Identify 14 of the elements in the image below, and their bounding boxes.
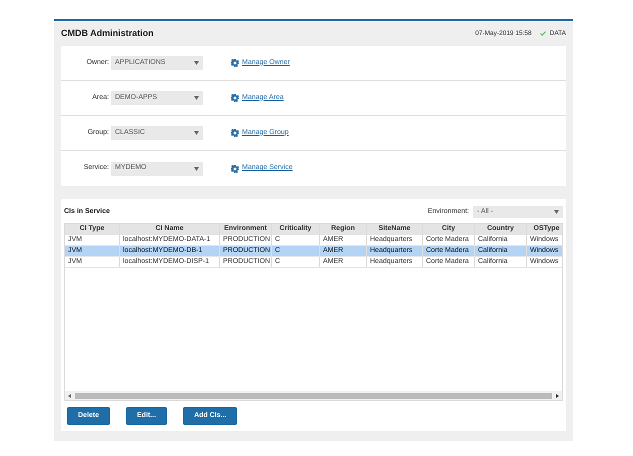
- caret-icon: [194, 96, 199, 100]
- caret-icon: [194, 131, 199, 135]
- gear-icon: [231, 59, 239, 67]
- horizontal-scrollbar[interactable]: [65, 391, 562, 400]
- scroll-right-icon[interactable]: [556, 394, 559, 398]
- page-title: CMDB Administration: [61, 26, 154, 40]
- caret-icon: [554, 210, 559, 214]
- gear-icon: [231, 94, 239, 102]
- scroll-left-icon[interactable]: [68, 394, 71, 398]
- check-icon: [540, 31, 546, 36]
- caret-icon: [194, 166, 199, 170]
- gear-icon: [231, 164, 239, 172]
- caret-icon: [194, 61, 199, 65]
- gear-icon: [231, 129, 239, 137]
